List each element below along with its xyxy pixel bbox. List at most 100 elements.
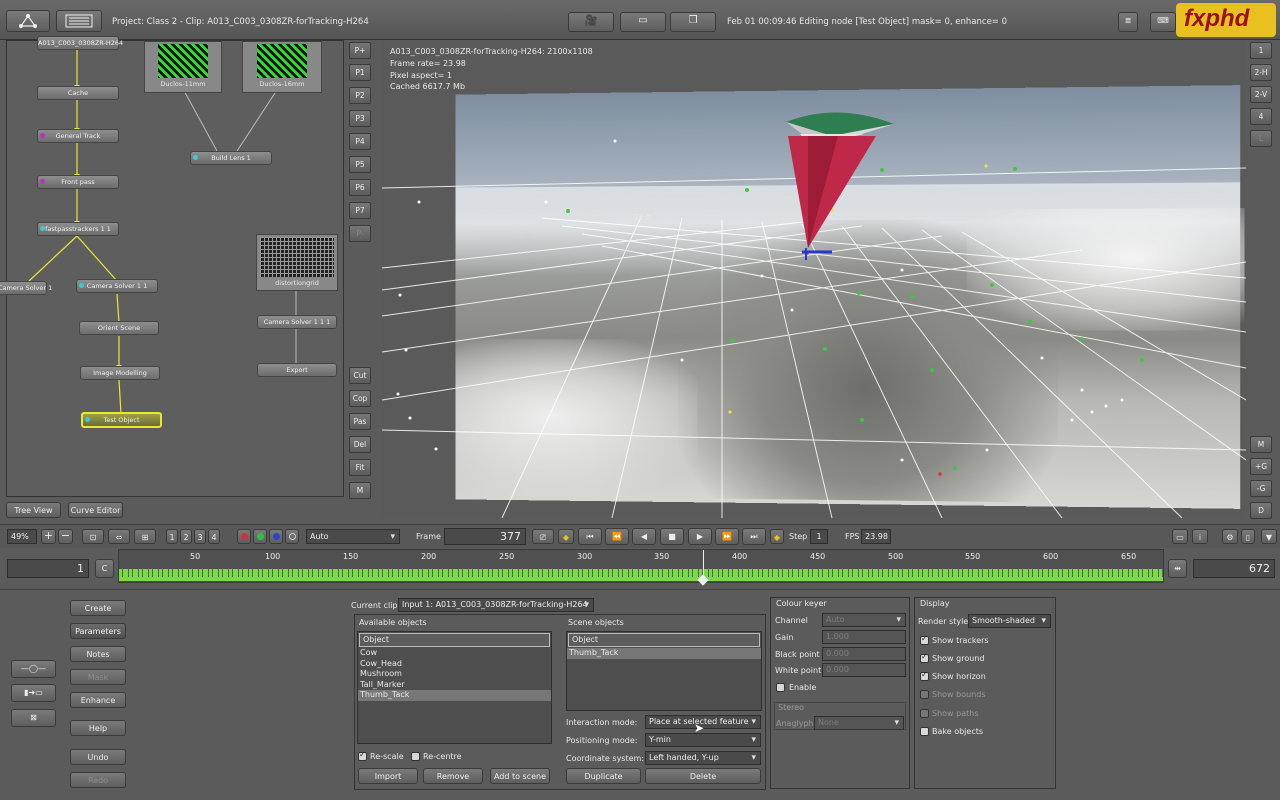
- timeline-end-field[interactable]: 672: [1193, 559, 1275, 578]
- prev-key-button[interactable]: ⏪: [605, 528, 629, 545]
- redo-button[interactable]: Redo: [70, 772, 126, 788]
- scene-objects-list[interactable]: Object Thumb_Tack: [566, 631, 762, 711]
- clip-button[interactable]: ▭: [620, 12, 666, 32]
- lock-view-button[interactable]: ⊞: [134, 529, 156, 544]
- frame-field[interactable]: 377: [444, 528, 526, 545]
- view-2v-button[interactable]: 2-V: [1250, 86, 1272, 103]
- zoom-out-button[interactable]: −: [58, 529, 73, 544]
- create-button[interactable]: Create: [70, 600, 126, 616]
- timeline-c-button[interactable]: C: [95, 559, 114, 578]
- copy-button[interactable]: Cop: [349, 390, 371, 407]
- settings-button[interactable]: ⚙: [1222, 529, 1238, 544]
- preset-5-button[interactable]: P5: [349, 156, 371, 173]
- node-export[interactable]: Export: [257, 363, 337, 377]
- notes-tab-button[interactable]: Notes: [70, 646, 126, 662]
- flip-view-button[interactable]: ⇔: [108, 529, 130, 544]
- view-4-button[interactable]: 4: [1250, 108, 1272, 125]
- bake-objects-checkbox[interactable]: [920, 727, 929, 736]
- play-button[interactable]: ▶: [688, 528, 712, 545]
- document-button[interactable]: ❐: [670, 12, 716, 32]
- go-to-start-button[interactable]: ⏮: [578, 528, 602, 545]
- preset-4-button[interactable]: P4: [349, 133, 371, 150]
- node-test-object[interactable]: Test Object: [81, 412, 162, 428]
- preset-1-button[interactable]: P1: [349, 64, 371, 81]
- node-graph-panel[interactable]: A013_C003_0308ZR-H264 Cache General Trac…: [0, 36, 344, 497]
- channel-green-button[interactable]: [253, 529, 267, 544]
- available-objects-header[interactable]: Object: [359, 633, 550, 647]
- preset-minus-button[interactable]: P-: [349, 225, 371, 242]
- node-image-modelling[interactable]: Image Modelling: [80, 366, 160, 380]
- node-cache[interactable]: Cache: [37, 86, 119, 100]
- undo-button[interactable]: Undo: [70, 749, 126, 765]
- thumbnail-duclos-11mm[interactable]: Duclos-11mm: [144, 41, 222, 93]
- view-num-1[interactable]: 1: [166, 529, 178, 544]
- view-l-button[interactable]: L: [1250, 130, 1272, 147]
- go-to-end-button[interactable]: ⏭: [742, 528, 766, 545]
- delete-button[interactable]: Delete: [645, 768, 761, 784]
- list-item-tall-marker[interactable]: Tall_Marker: [358, 680, 551, 691]
- gain-field[interactable]: 1.000: [822, 630, 906, 644]
- tab-curve-editor[interactable]: Curve Editor: [68, 502, 123, 518]
- slider-tool-button[interactable]: —◯—: [11, 660, 56, 678]
- scene-item-thumb-tack[interactable]: Thumb_Tack: [567, 648, 761, 659]
- step-back-button[interactable]: ◀: [632, 528, 656, 545]
- anaglyph-select[interactable]: None: [814, 716, 904, 730]
- show-ground-checkbox[interactable]: [920, 652, 929, 663]
- layout-button[interactable]: ▭: [1172, 529, 1188, 544]
- project-tool-button[interactable]: ⊠: [11, 709, 56, 727]
- clipboard-button[interactable]: ▯: [1241, 529, 1255, 544]
- fit-button[interactable]: Fit: [349, 459, 371, 476]
- list-item-cow[interactable]: Cow: [358, 648, 551, 659]
- add-to-scene-button[interactable]: Add to scene: [490, 768, 550, 784]
- import-button[interactable]: Import: [358, 768, 418, 784]
- paste-button[interactable]: Pas: [349, 413, 371, 430]
- node-orient-scene[interactable]: Orient Scene: [79, 321, 159, 335]
- enhance-button[interactable]: Enhance: [70, 692, 126, 708]
- zoom-in-button[interactable]: +: [41, 529, 56, 544]
- scene-objects-header[interactable]: Object: [568, 633, 760, 647]
- rescale-checkbox[interactable]: [358, 750, 367, 761]
- step-field[interactable]: 1: [810, 529, 828, 544]
- view-2h-button[interactable]: 2-H: [1250, 64, 1272, 81]
- collapse-button[interactable]: ▼: [1261, 529, 1277, 544]
- timeline-start-field[interactable]: 1: [7, 559, 89, 578]
- remove-button[interactable]: Remove: [423, 768, 483, 784]
- view-num-3[interactable]: 3: [194, 529, 206, 544]
- fit-view-button[interactable]: ⊡: [82, 529, 104, 544]
- duplicate-button[interactable]: Duplicate: [566, 768, 641, 784]
- preset-7-button[interactable]: P7: [349, 202, 371, 219]
- keyboard-button[interactable]: ⌨: [1150, 12, 1176, 32]
- output-tool-button[interactable]: ▮➜▭: [11, 684, 56, 702]
- current-clip-select[interactable]: Input 1: A013_C003_0308ZR-forTracking-H2…: [398, 598, 594, 612]
- mode-d-button[interactable]: D: [1250, 502, 1272, 519]
- channel-select[interactable]: Auto: [822, 613, 906, 627]
- enable-checkbox[interactable]: [776, 683, 785, 692]
- view-1-button[interactable]: 1: [1250, 42, 1272, 59]
- thumbnail-duclos-16mm[interactable]: Duclos-16mm: [242, 41, 322, 93]
- view-num-2[interactable]: 2: [180, 529, 192, 544]
- timeline-fit-button[interactable]: ⇹: [1168, 559, 1187, 578]
- menu-button[interactable]: M: [349, 482, 371, 499]
- node-general-track[interactable]: General Track: [37, 129, 119, 143]
- coordinate-system-select[interactable]: Left handed, Y-up: [645, 751, 761, 765]
- mode-m-button[interactable]: M: [1250, 436, 1272, 453]
- delete-node-button[interactable]: Del: [349, 436, 371, 453]
- node-source[interactable]: A013_C003_0308ZR-H264: [37, 36, 123, 50]
- show-horizon-checkbox[interactable]: [920, 670, 929, 681]
- view-num-4[interactable]: 4: [208, 529, 220, 544]
- help-button[interactable]: Help: [70, 720, 126, 736]
- zoom-field[interactable]: 49%: [7, 529, 37, 544]
- preset-2-button[interactable]: P2: [349, 87, 371, 104]
- step-key-button[interactable]: ◆: [770, 529, 784, 544]
- available-objects-list[interactable]: Object Cow Cow_Head Mushroom Tall_Marker…: [357, 631, 552, 744]
- viewport[interactable]: 32 ft A013_C003_0308ZR-forTracking-H264:…: [382, 40, 1246, 518]
- node-fastpasstrackers[interactable]: fastpasstrackers 1 1: [37, 222, 119, 236]
- mode-select[interactable]: Auto: [306, 529, 400, 544]
- node-camera-solver-1-1-1[interactable]: Camera Solver 1 1 1: [257, 315, 337, 329]
- preset-3-button[interactable]: P3: [349, 110, 371, 127]
- white-point-field[interactable]: 0.000: [822, 663, 906, 677]
- cut-button[interactable]: Cut: [349, 367, 371, 384]
- preset-plus-button[interactable]: P+: [349, 42, 371, 59]
- notes-button[interactable]: ≣: [1118, 12, 1138, 32]
- node-front-pass[interactable]: Front pass: [37, 175, 119, 189]
